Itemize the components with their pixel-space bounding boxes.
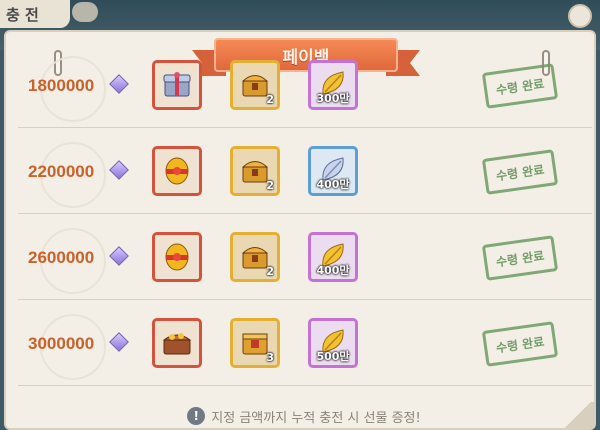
reward-item-slot[interactable]: 2 <box>230 146 280 196</box>
claimed-stamp: 수령 완료 <box>481 321 559 367</box>
close-icon[interactable] <box>568 4 592 28</box>
charge-amount: 2600000 <box>28 248 95 267</box>
item-amount: 400만 <box>316 264 350 277</box>
reward-row: 2200000 2 400만 수령 완료 <box>18 136 592 214</box>
gem-icon <box>109 74 129 94</box>
reward-row: 2600000 2 400만 수령 완료 <box>18 222 592 300</box>
reward-item-slot[interactable]: 400만 <box>308 146 358 196</box>
info-icon: ! <box>187 407 206 425</box>
gift-chest-icon <box>161 68 193 100</box>
gem-icon <box>109 246 129 266</box>
tab-decoration-icon <box>72 2 98 22</box>
footer-text: 지정 금액까지 누적 충전 시 선물 증정! <box>211 410 421 426</box>
reward-item-slot[interactable] <box>152 318 202 368</box>
claimed-stamp: 수령 완료 <box>481 235 559 281</box>
item-amount: 300만 <box>316 92 350 105</box>
reward-item-slot[interactable] <box>152 232 202 282</box>
item-count: 2 <box>266 179 274 192</box>
item-count: 3 <box>266 351 274 364</box>
page-corner-fold <box>562 402 594 428</box>
charge-amount: 2200000 <box>28 162 95 181</box>
item-amount: 400만 <box>316 178 350 191</box>
claimed-stamp: 수령 완료 <box>481 149 559 195</box>
gem-icon <box>109 332 129 352</box>
golden-egg-icon <box>161 154 193 186</box>
gem-icon <box>109 160 129 180</box>
reward-item-slot[interactable]: 3 <box>230 318 280 368</box>
reward-item-slot[interactable] <box>152 146 202 196</box>
footer-notice: ! 지정 금액까지 누적 충전 시 선물 증정! <box>6 400 600 430</box>
tab-charge[interactable]: 충 전 <box>0 0 70 28</box>
item-amount: 500만 <box>316 350 350 363</box>
reward-item-slot[interactable]: 2 <box>230 232 280 282</box>
reward-item-slot[interactable]: 400만 <box>308 232 358 282</box>
reward-row: 3000000 3 500만 수령 완료 <box>18 308 592 386</box>
treasure-chest-icon <box>161 326 193 358</box>
reward-item-slot[interactable] <box>152 60 202 110</box>
payback-panel: 페이백 1800000 2 300만 수령 완료 2200000 2 400만 수령 완료 26… <box>4 30 596 430</box>
reward-item-slot[interactable]: 300만 <box>308 60 358 110</box>
reward-row: 1800000 2 300만 수령 완료 <box>18 50 592 128</box>
charge-amount: 1800000 <box>28 76 95 95</box>
claimed-stamp: 수령 완료 <box>481 63 559 109</box>
reward-item-slot[interactable]: 500만 <box>308 318 358 368</box>
item-count: 2 <box>266 93 274 106</box>
item-count: 2 <box>266 265 274 278</box>
golden-egg-icon <box>161 240 193 272</box>
charge-amount: 3000000 <box>28 334 95 353</box>
reward-item-slot[interactable]: 2 <box>230 60 280 110</box>
